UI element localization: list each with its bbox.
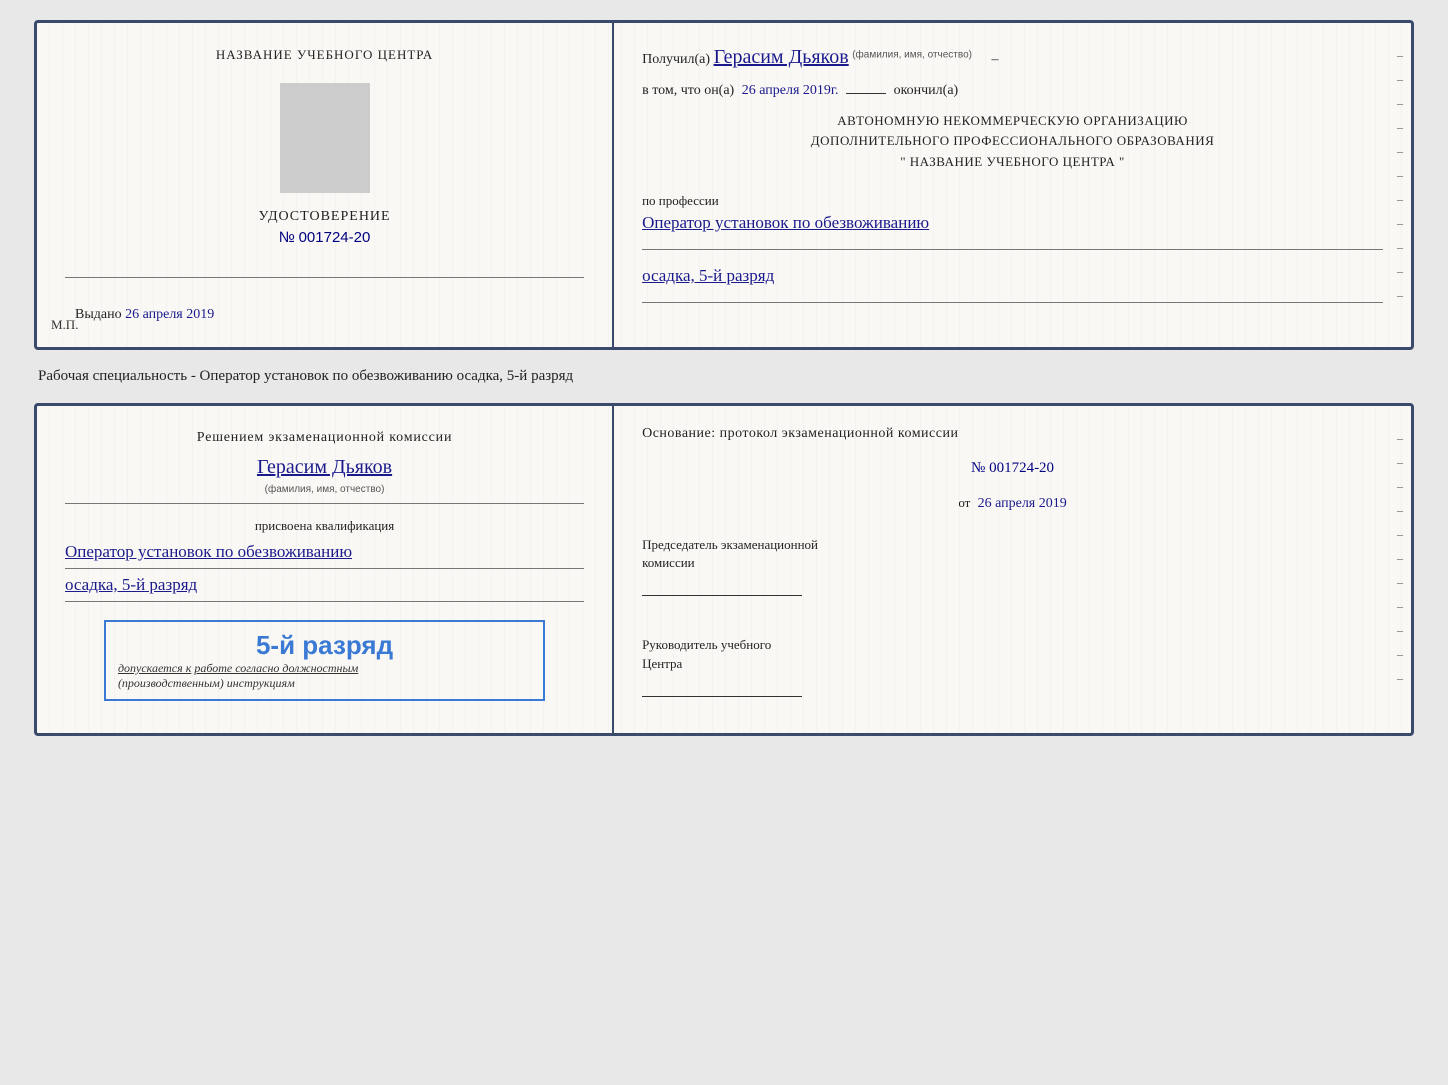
protocol-number: № 001724-20	[642, 460, 1383, 477]
certificate-card-top: НАЗВАНИЕ УЧЕБНОГО ЦЕНТРА УДОСТОВЕРЕНИЕ №…	[34, 20, 1414, 350]
qualification-label: присвоена квалификация	[255, 518, 394, 534]
issued-line: Выдано 26 апреля 2019	[65, 307, 214, 323]
director-section: Руководитель учебного Центра	[642, 636, 1383, 712]
photo-placeholder	[280, 83, 370, 193]
cert-bottom-right: Основание: протокол экзаменационной коми…	[614, 406, 1411, 733]
profession-value: Оператор установок по обезвоживанию	[642, 213, 1383, 233]
chairman-section: Председатель экзаменационной комиссии	[642, 536, 1383, 612]
mp-label: М.П.	[51, 317, 78, 333]
recipient-line: Получил(а) Герасим Дьяков (фамилия, имя,…	[642, 43, 1383, 71]
recipient-name: Герасим Дьяков	[714, 46, 849, 68]
chairman-signature-line	[642, 576, 802, 596]
annotation-text: Рабочая специальность - Оператор установ…	[34, 366, 1414, 387]
divider	[65, 277, 584, 278]
issued-prefix: Выдано	[75, 307, 122, 322]
from-date-value: 26 апреля 2019	[978, 496, 1067, 511]
decision-label: Решением экзаменационной комиссии	[197, 430, 452, 446]
stamp-title: 5-й разряд	[118, 630, 531, 661]
stamp-italic: (производственным) инструкциям	[118, 676, 531, 691]
qualification-block: Оператор установок по обезвоживанию осад…	[65, 538, 584, 608]
person-name: Герасим Дьяков	[257, 456, 392, 478]
profession-divider2	[642, 302, 1383, 303]
cert-title: УДОСТОВЕРЕНИЕ	[258, 209, 390, 225]
cert-right-panel: Получил(а) Герасим Дьяков (фамилия, имя,…	[614, 23, 1411, 347]
from-date-line: от 26 апреля 2019	[642, 495, 1383, 512]
qual-divider1	[65, 568, 584, 569]
chairman-role: Председатель экзаменационной комиссии	[642, 536, 1383, 572]
director-role: Руководитель учебного Центра	[642, 636, 1383, 672]
stamp-box: 5-й разряд допускается к работе согласно…	[104, 620, 545, 701]
org-block: АВТОНОМНУЮ НЕКОММЕРЧЕСКУЮ ОРГАНИЗАЦИЮ ДО…	[642, 111, 1383, 173]
cert-bottom-left: Решением экзаменационной комиссии Гераси…	[37, 406, 614, 733]
cert-left-panel: НАЗВАНИЕ УЧЕБНОГО ЦЕНТРА УДОСТОВЕРЕНИЕ №…	[37, 23, 614, 347]
cert-fact-line: в том, что он(а) 26 апреля 2019г. окончи…	[642, 81, 1383, 101]
basis-label: Основание: протокол экзаменационной коми…	[642, 426, 1383, 442]
profession-block: по профессии Оператор установок по обезв…	[642, 189, 1383, 233]
cert-number: № 001724-20	[279, 229, 371, 247]
issued-date: 26 апреля 2019	[125, 307, 214, 322]
profession-value2: осадка, 5-й разряд	[642, 266, 774, 286]
qualification-value: Оператор установок по обезвоживанию	[65, 542, 584, 562]
certificate-card-bottom: Решением экзаменационной комиссии Гераси…	[34, 403, 1414, 736]
fio-label-bottom: (фамилия, имя, отчество)	[265, 484, 385, 495]
director-signature-line	[642, 677, 802, 697]
profession-line2: осадка, 5-й разряд	[642, 266, 1383, 286]
cert-date: 26 апреля 2019г.	[742, 83, 839, 98]
person-block: Герасим Дьяков (фамилия, имя, отчество)	[65, 456, 584, 510]
name-divider	[65, 503, 584, 504]
qual-divider2	[65, 601, 584, 602]
qualification-value2: осадка, 5-й разряд	[65, 575, 584, 595]
stamp-subtitle: допускается к работе согласно должностны…	[118, 661, 531, 676]
stamp-underline: работе согласно должностным	[194, 661, 358, 675]
profession-divider	[642, 249, 1383, 250]
training-center-label: НАЗВАНИЕ УЧЕБНОГО ЦЕНТРА	[216, 47, 433, 63]
profession-label: по профессии	[642, 193, 1383, 209]
fio-label-top: (фамилия, имя, отчество)	[852, 49, 972, 60]
